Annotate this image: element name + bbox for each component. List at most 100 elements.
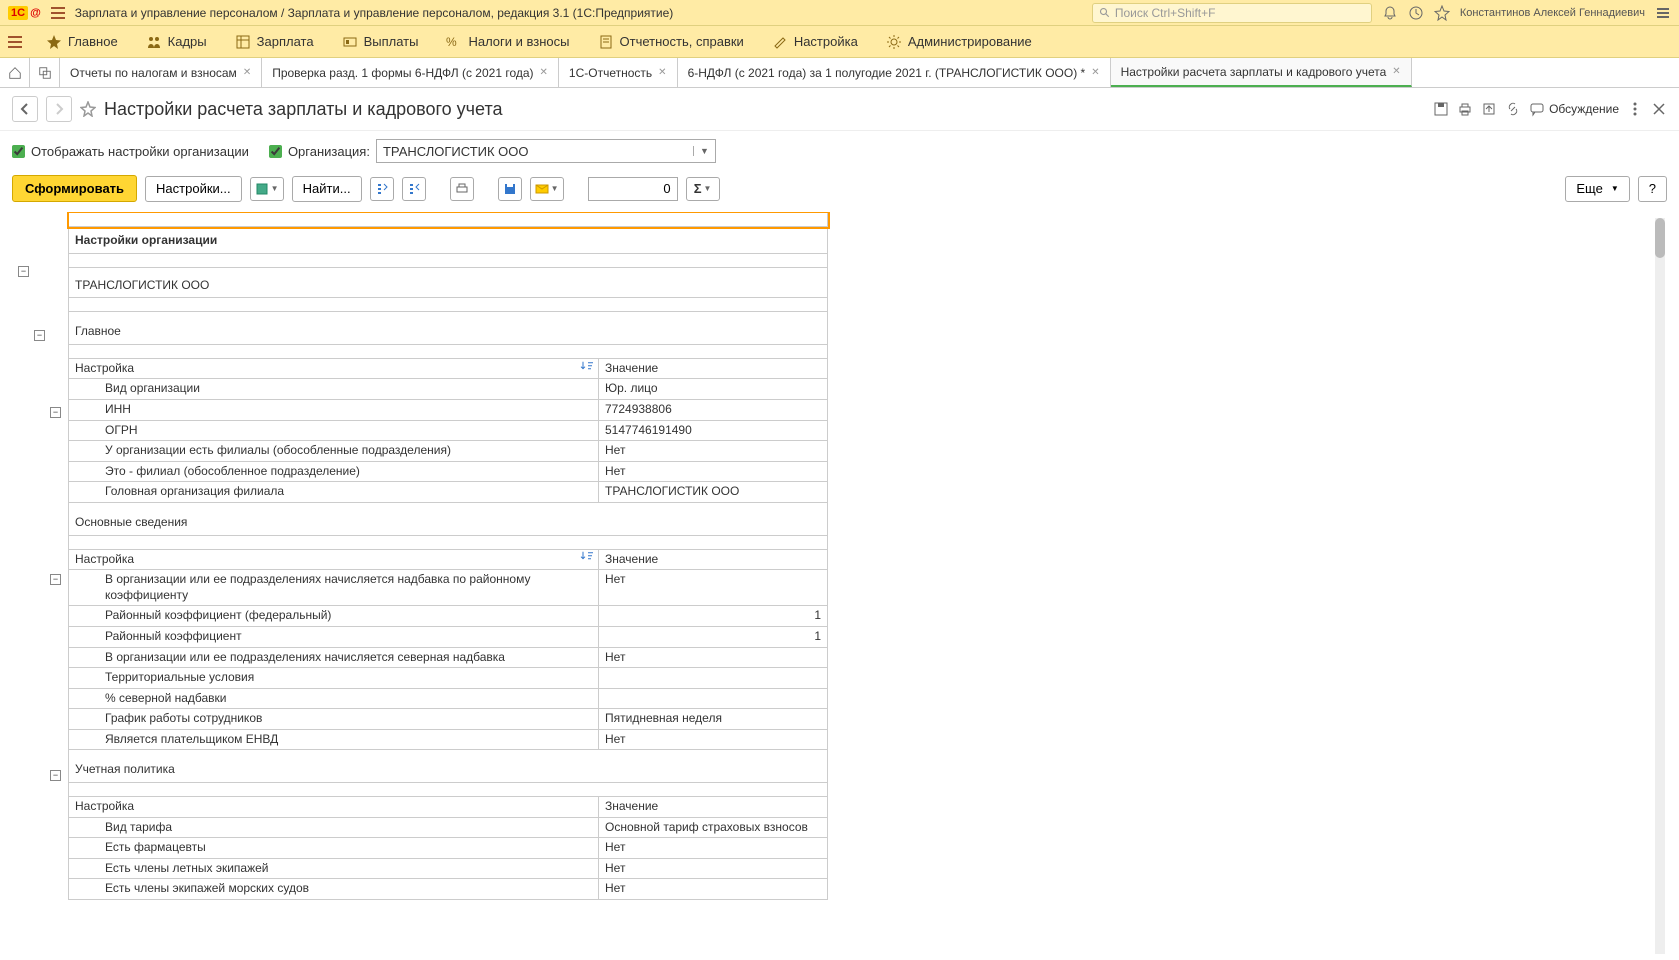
setting-cell[interactable]: В организации или ее подразделениях начи… (69, 647, 599, 668)
setting-cell[interactable]: У организации есть филиалы (обособленные… (69, 441, 599, 462)
export-icon[interactable] (1481, 101, 1497, 117)
tab-proverka[interactable]: Проверка разд. 1 формы 6-НДФЛ (с 2021 го… (262, 58, 559, 87)
menu-vyplaty[interactable]: Выплаты (330, 28, 431, 56)
sort-icon[interactable] (580, 551, 594, 568)
setting-cell[interactable]: Головная организация филиала (69, 482, 599, 503)
setting-cell[interactable]: График работы сотрудников (69, 709, 599, 730)
link-icon[interactable] (1505, 101, 1521, 117)
dropdown-icon[interactable]: ▼ (693, 146, 709, 156)
setting-cell[interactable]: Это - филиал (обособленное подразделение… (69, 461, 599, 482)
bell-icon[interactable] (1382, 5, 1398, 21)
setting-cell[interactable]: Вид тарифа (69, 817, 599, 838)
value-cell[interactable]: Основной тариф страховых взносов (599, 817, 828, 838)
value-cell[interactable]: Нет (599, 461, 828, 482)
value-cell[interactable]: Пятидневная неделя (599, 709, 828, 730)
menu-kadry[interactable]: Кадры (134, 28, 219, 56)
col-value[interactable]: Значение (599, 549, 828, 570)
save-icon[interactable] (1433, 101, 1449, 117)
windows-tab-button[interactable] (30, 58, 60, 87)
help-button[interactable]: ? (1638, 176, 1667, 202)
scrollbar-thumb[interactable] (1655, 218, 1665, 258)
outline-toggle[interactable]: − (18, 266, 29, 277)
level-input[interactable] (588, 177, 678, 201)
setting-cell[interactable]: Вид организации (69, 379, 599, 400)
value-cell[interactable]: Нет (599, 729, 828, 750)
value-cell[interactable]: Нет (599, 879, 828, 900)
email-button[interactable]: ▼ (530, 177, 564, 201)
report-area[interactable]: − − − − − Настройки организации ТРАНСЛОГ… (0, 212, 1679, 960)
value-cell[interactable]: Нет (599, 647, 828, 668)
menu-admin[interactable]: Администрирование (874, 28, 1044, 56)
expand-button[interactable] (370, 177, 394, 201)
star-icon[interactable] (1434, 5, 1450, 21)
main-menu-icon[interactable] (51, 7, 65, 19)
col-setting[interactable]: Настройка (69, 358, 599, 379)
collapse-button[interactable] (402, 177, 426, 201)
tab-1c-otchetnost[interactable]: 1С-Отчетность✕ (559, 58, 678, 87)
close-form-icon[interactable] (1651, 101, 1667, 117)
setting-cell[interactable]: Территориальные условия (69, 668, 599, 689)
value-cell[interactable] (599, 668, 828, 689)
outline-toggle[interactable]: − (50, 770, 61, 781)
sigma-button[interactable]: Σ▼ (686, 177, 720, 201)
section-basic[interactable]: Основные сведения (69, 502, 828, 535)
print-button[interactable] (450, 177, 474, 201)
col-value[interactable]: Значение (599, 797, 828, 818)
show-org-checkbox-input[interactable] (12, 145, 25, 158)
col-setting[interactable]: Настройка (69, 549, 599, 570)
outline-toggle[interactable]: − (50, 574, 61, 585)
sort-icon[interactable] (580, 360, 594, 377)
report-title[interactable]: Настройки организации (69, 227, 828, 254)
org-checkbox-input[interactable] (269, 145, 282, 158)
tab-6ndfl[interactable]: 6-НДФЛ (с 2021 года) за 1 полугодие 2021… (678, 58, 1111, 87)
nav-forward-button[interactable] (46, 96, 72, 122)
favorite-star-icon[interactable] (80, 101, 96, 117)
history-icon[interactable] (1408, 5, 1424, 21)
setting-cell[interactable]: В организации или ее подразделениях начи… (69, 570, 599, 606)
settings-button[interactable]: Настройки... (145, 176, 242, 202)
value-cell[interactable]: ТРАНСЛОГИСТИК ООО (599, 482, 828, 503)
section-main[interactable]: Главное (69, 312, 828, 345)
value-cell[interactable]: Нет (599, 441, 828, 462)
tab-nastroyki[interactable]: Настройки расчета зарплаты и кадрового у… (1111, 58, 1412, 87)
scrollbar-vertical[interactable] (1655, 218, 1665, 954)
setting-cell[interactable]: ИНН (69, 399, 599, 420)
col-value[interactable]: Значение (599, 358, 828, 379)
generate-button[interactable]: Сформировать (12, 175, 137, 202)
sections-menu-icon[interactable] (8, 36, 22, 48)
setting-cell[interactable]: ОГРН (69, 420, 599, 441)
value-cell[interactable]: Нет (599, 570, 828, 606)
org-select[interactable]: ТРАНСЛОГИСТИК ООО ▼ (376, 139, 716, 163)
menu-zarplata[interactable]: Зарплата (223, 28, 326, 56)
discuss-button[interactable]: Обсуждение (1529, 101, 1619, 117)
user-name[interactable]: Константинов Алексей Геннадиевич (1460, 7, 1645, 19)
selected-cell[interactable] (69, 213, 828, 227)
menu-main[interactable]: Главное (34, 28, 130, 56)
value-cell[interactable] (599, 688, 828, 709)
setting-cell[interactable]: % северной надбавки (69, 688, 599, 709)
more-button[interactable]: Еще▼ (1565, 176, 1629, 202)
value-cell[interactable]: 1 (599, 626, 828, 647)
find-button[interactable]: Найти... (292, 176, 362, 202)
org-heading[interactable]: ТРАНСЛОГИСТИК ООО (69, 267, 828, 298)
value-cell[interactable]: Юр. лицо (599, 379, 828, 400)
value-cell[interactable]: 7724938806 (599, 399, 828, 420)
menu-nalogi[interactable]: %Налоги и взносы (434, 28, 581, 56)
variants-button[interactable]: ▼ (250, 177, 284, 201)
close-icon[interactable]: ✕ (658, 67, 666, 78)
setting-cell[interactable]: Является плательщиком ЕНВД (69, 729, 599, 750)
value-cell[interactable]: 1 (599, 606, 828, 627)
value-cell[interactable]: Нет (599, 858, 828, 879)
value-cell[interactable]: Нет (599, 838, 828, 859)
col-setting[interactable]: Настройка (69, 797, 599, 818)
value-cell[interactable]: 5147746191490 (599, 420, 828, 441)
panel-icon[interactable] (1655, 5, 1671, 21)
outline-toggle[interactable]: − (34, 330, 45, 341)
show-org-settings-checkbox[interactable]: Отображать настройки организации (12, 144, 249, 159)
setting-cell[interactable]: Районный коэффициент (69, 626, 599, 647)
close-icon[interactable]: ✕ (1091, 67, 1099, 78)
print-icon[interactable] (1457, 101, 1473, 117)
menu-otchetnost[interactable]: Отчетность, справки (586, 28, 756, 56)
menu-nastroyka[interactable]: Настройка (760, 28, 870, 56)
nav-back-button[interactable] (12, 96, 38, 122)
